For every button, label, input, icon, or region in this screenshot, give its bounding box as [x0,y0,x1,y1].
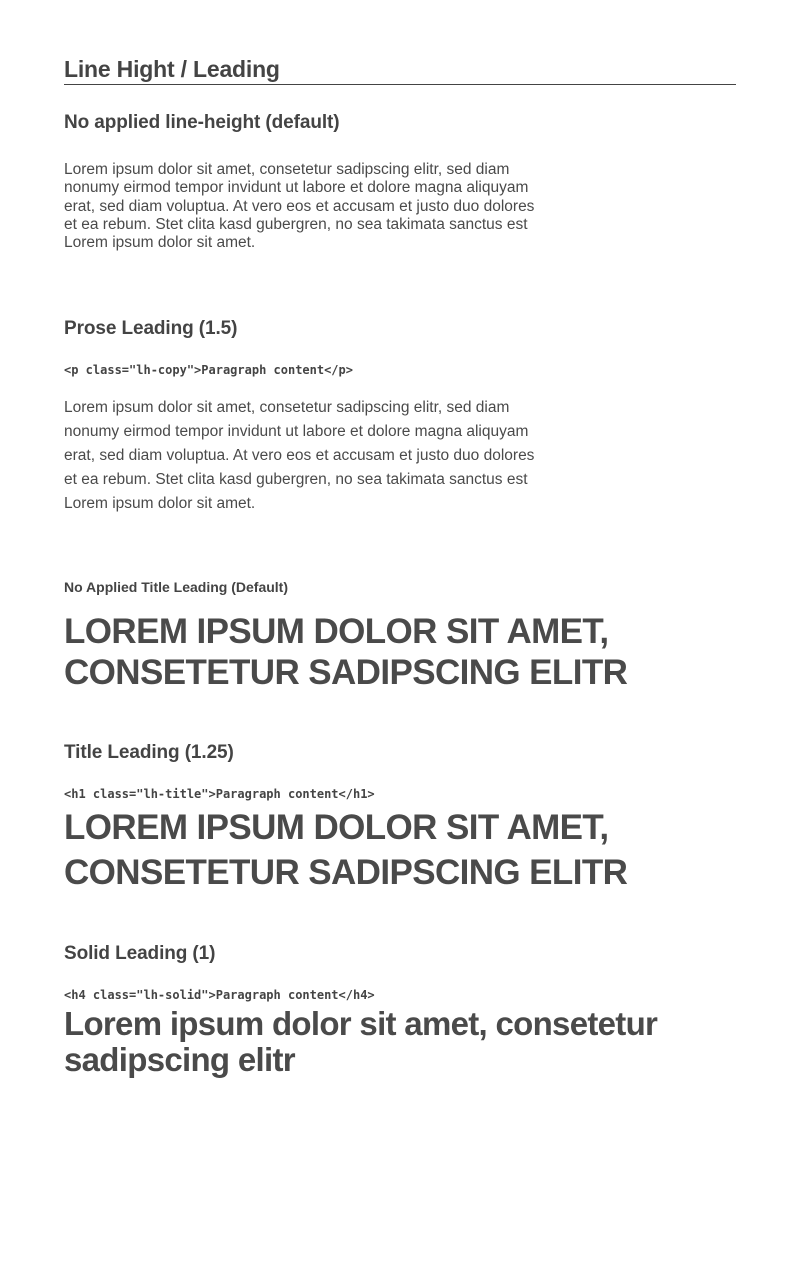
title-leading-heading: Title Leading (1.25) [64,742,234,763]
solid-leading-code-sample: <h4 class="lh-solid">Paragraph content</… [64,988,375,1002]
title-leading-code-sample: <h1 class="lh-title">Paragraph content</… [64,787,375,801]
solid-leading-heading: Solid Leading (1) [64,943,216,964]
title-leading-sample: LOREM IPSUM DOLOR SIT AMET, CONSETETUR S… [64,808,628,892]
prose-leading-paragraph: Lorem ipsum dolor sit amet, consetetur s… [64,399,535,512]
default-title-leading-sample: LOREM IPSUM DOLOR SIT AMET, CONSETETUR S… [64,612,628,692]
prose-leading-heading: Prose Leading (1.5) [64,318,238,339]
default-title-leading-heading: No Applied Title Leading (Default) [64,579,288,595]
leading-demo-page: Line Hight / Leading No applied line-hei… [0,0,800,1280]
default-leading-paragraph: Lorem ipsum dolor sit amet, consetetur s… [64,161,535,252]
page-title: Line Hight / Leading [64,56,736,85]
prose-leading-code-sample: <p class="lh-copy">Paragraph content</p> [64,363,353,377]
solid-leading-sample: Lorem ipsum dolor sit amet, consetetur s… [64,1005,658,1078]
default-leading-heading: No applied line-height (default) [64,112,340,133]
